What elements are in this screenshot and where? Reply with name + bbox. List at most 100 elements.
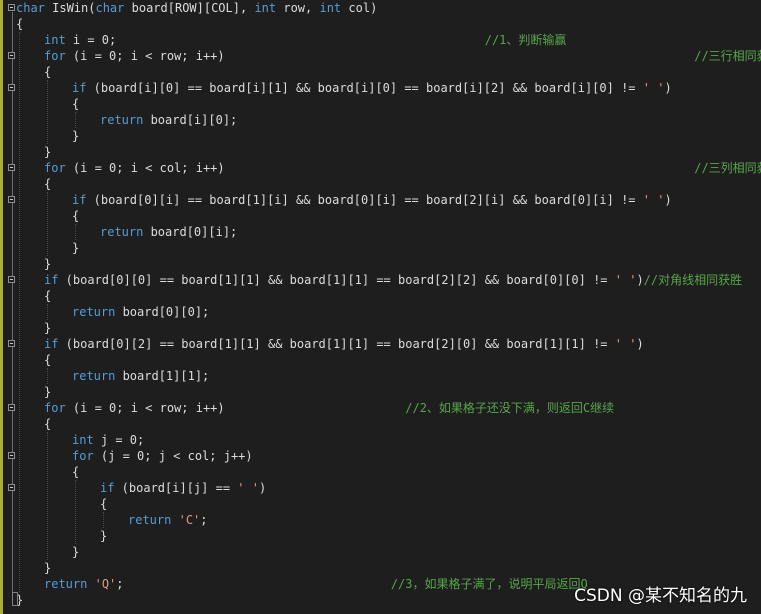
code-line[interactable]: } bbox=[44, 144, 51, 160]
keyword-token: int bbox=[254, 1, 277, 15]
code-line[interactable]: if (board[i][0] == board[i][1] && board[… bbox=[72, 80, 672, 96]
comment-token: //对角线相同获胜 bbox=[643, 273, 743, 287]
code-line[interactable]: return board[0][i]; bbox=[100, 224, 237, 240]
indent-guide bbox=[47, 368, 48, 384]
code-line[interactable]: int j = 0; bbox=[72, 432, 144, 448]
code-token: row, bbox=[276, 1, 320, 15]
code-token: ; bbox=[200, 513, 208, 527]
code-line[interactable]: for (i = 0; i < row; i++) //2、如果格子还没下满，则… bbox=[44, 400, 614, 416]
keyword-token: for bbox=[44, 161, 66, 175]
code-line[interactable]: return board[1][1]; bbox=[72, 368, 209, 384]
keyword-token: return bbox=[72, 369, 116, 383]
string-token: 'C' bbox=[178, 513, 201, 527]
code-token: } bbox=[44, 385, 52, 399]
code-line[interactable]: if (board[i][j] == ' ') bbox=[100, 480, 266, 496]
code-token: (board[0][2] == board[1][1] && board[1][… bbox=[58, 337, 615, 351]
code-line[interactable]: for (i = 0; i < row; i++) //三行相同获胜 bbox=[44, 48, 761, 64]
code-line[interactable]: return 'C'; bbox=[128, 512, 208, 528]
keyword-token: return bbox=[72, 305, 116, 319]
fold-toggle-icon[interactable] bbox=[8, 276, 15, 283]
fold-toggle-icon[interactable] bbox=[8, 52, 15, 59]
code-line[interactable]: for (i = 0; i < col; i++) //三列相同获胜 bbox=[44, 160, 761, 176]
keyword-token: return bbox=[100, 225, 144, 239]
code-line[interactable]: { bbox=[72, 208, 79, 224]
keyword-token: for bbox=[72, 449, 94, 463]
code-line[interactable]: } bbox=[44, 320, 51, 336]
string-token: ' ' bbox=[614, 337, 637, 351]
code-line[interactable]: return 'Q'; //3，如果格子满了，说明平局返回Q bbox=[44, 576, 588, 592]
code-line[interactable]: } bbox=[72, 240, 79, 256]
code-line[interactable]: if (board[0][i] == board[1][i] && board[… bbox=[72, 192, 672, 208]
fold-toggle-icon[interactable] bbox=[8, 340, 15, 347]
indent-guide bbox=[47, 192, 48, 256]
text-caret bbox=[12, 592, 18, 606]
code-line[interactable]: int i = 0; //1、判断输赢 bbox=[44, 32, 566, 48]
fold-toggle-icon[interactable] bbox=[8, 452, 15, 459]
code-line[interactable]: { bbox=[44, 176, 51, 192]
code-token: col) bbox=[341, 1, 378, 15]
code-line[interactable]: } bbox=[44, 560, 51, 576]
code-line[interactable]: { bbox=[72, 464, 79, 480]
code-line[interactable]: { bbox=[16, 16, 23, 32]
code-token: (board[i][0] == board[i][1] && board[i][… bbox=[86, 81, 643, 95]
indent-guide bbox=[47, 432, 48, 560]
string-token: ' ' bbox=[237, 481, 259, 495]
code-line[interactable]: if (board[0][2] == board[1][1] && board[… bbox=[44, 336, 644, 352]
code-line[interactable]: if (board[0][0] == board[1][1] && board[… bbox=[44, 272, 742, 288]
code-token: ) bbox=[636, 273, 644, 287]
code-line[interactable]: { bbox=[72, 96, 79, 112]
keyword-token: return bbox=[100, 113, 144, 127]
code-token: { bbox=[44, 289, 52, 303]
code-line[interactable]: { bbox=[44, 416, 51, 432]
string-token: ' ' bbox=[642, 193, 665, 207]
code-token: { bbox=[72, 97, 80, 111]
fold-toggle-icon[interactable] bbox=[8, 484, 15, 491]
comment-token: //三列相同获胜 bbox=[694, 161, 761, 175]
fold-toggle-icon[interactable] bbox=[8, 164, 15, 171]
fold-toggle-icon[interactable] bbox=[8, 196, 15, 203]
code-line[interactable]: } bbox=[44, 384, 51, 400]
keyword-token: int bbox=[44, 33, 66, 47]
fold-line bbox=[12, 12, 13, 602]
fold-toggle-icon[interactable] bbox=[8, 404, 15, 411]
code-token: { bbox=[44, 353, 52, 367]
code-token: IsWin( bbox=[44, 1, 96, 15]
code-line[interactable]: { bbox=[44, 288, 51, 304]
comment-token: //2、如果格子还没下满，则返回C继续 bbox=[405, 401, 615, 415]
code-token: } bbox=[72, 129, 80, 143]
string-token: ' ' bbox=[642, 81, 665, 95]
fold-toggle-icon[interactable] bbox=[8, 4, 15, 11]
keyword-token: if bbox=[44, 337, 59, 351]
code-token: board[ROW][COL], bbox=[124, 1, 255, 15]
code-token: ) bbox=[258, 481, 267, 495]
code-line[interactable]: } bbox=[100, 528, 107, 544]
keyword-token: for bbox=[44, 49, 66, 63]
code-token: } bbox=[100, 529, 108, 543]
code-token: } bbox=[44, 561, 52, 575]
code-token: (i = 0; i < row; i++) bbox=[65, 401, 406, 415]
indent-guide bbox=[47, 304, 48, 320]
keyword-token: int bbox=[72, 433, 94, 447]
code-line[interactable]: { bbox=[44, 352, 51, 368]
fold-toggle-icon[interactable] bbox=[8, 84, 15, 91]
code-line[interactable]: } bbox=[72, 544, 79, 560]
code-line[interactable]: { bbox=[44, 64, 51, 80]
code-line[interactable]: return board[i][0]; bbox=[100, 112, 237, 128]
string-token: 'Q' bbox=[94, 577, 117, 591]
keyword-token: return bbox=[44, 577, 88, 591]
code-line[interactable]: for (j = 0; j < col; j++) bbox=[72, 448, 253, 464]
code-line[interactable]: char IsWin(char board[ROW][COL], int row… bbox=[16, 0, 377, 16]
code-editor[interactable]: char IsWin(char board[ROW][COL], int row… bbox=[0, 0, 761, 614]
folding-margin bbox=[3, 0, 16, 614]
code-line[interactable]: } bbox=[44, 256, 51, 272]
keyword-token: if bbox=[72, 193, 87, 207]
code-line[interactable]: } bbox=[72, 128, 79, 144]
indent-guide bbox=[103, 512, 104, 528]
code-line[interactable]: { bbox=[100, 496, 107, 512]
keyword-token: return bbox=[128, 513, 172, 527]
code-token: { bbox=[72, 209, 80, 223]
indent-guide bbox=[75, 224, 76, 240]
csdn-watermark: CSDN @某不知名的九 bbox=[574, 586, 747, 606]
code-token: } bbox=[44, 257, 52, 271]
code-line[interactable]: return board[0][0]; bbox=[72, 304, 209, 320]
